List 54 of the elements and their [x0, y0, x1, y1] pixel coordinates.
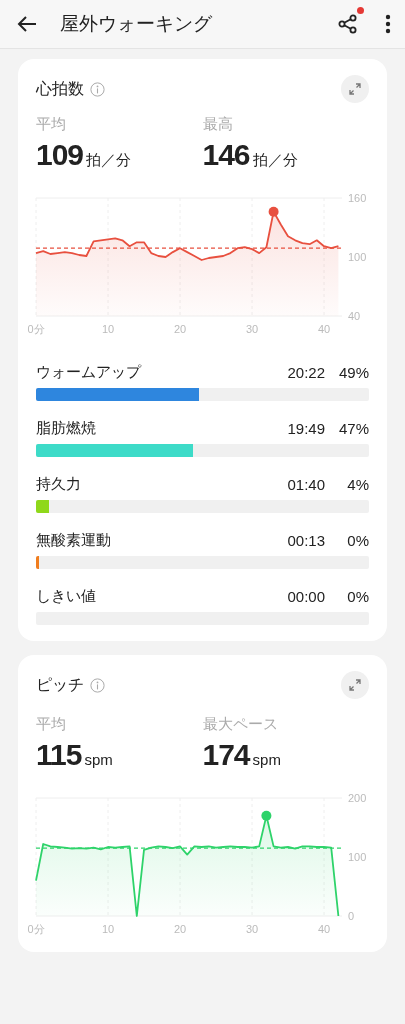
axis-label: 40 [348, 310, 361, 322]
stat-unit: 拍／分 [86, 151, 132, 170]
axis-label: 40 [317, 923, 331, 935]
zone-percent: 4% [346, 475, 369, 493]
zone-time: 01:40 [287, 475, 325, 493]
zone-percent: 0% [346, 531, 369, 549]
expand-icon[interactable] [348, 678, 362, 692]
stat-value: 146 [202, 138, 250, 172]
zone-name: ウォームアップ [36, 362, 143, 382]
section-title: ピッチ [36, 674, 84, 695]
zone-percent: 0% [346, 587, 369, 605]
section-title: 心拍数 [36, 78, 84, 99]
stat-value: 109 [36, 138, 84, 172]
axis-label: 40 [317, 323, 331, 335]
zone-time: 20:22 [287, 363, 325, 381]
share-button[interactable] [337, 13, 359, 35]
zone-time: 00:13 [287, 531, 325, 549]
expand-button[interactable] [341, 671, 369, 699]
stat-value: 115 [36, 738, 82, 772]
zone-percent: 47% [337, 419, 369, 437]
axis-label: 100 [348, 851, 367, 863]
zone-name: 無酸素運動 [36, 530, 112, 550]
zone-time: 00:00 [287, 587, 325, 605]
more-button[interactable] [385, 14, 391, 34]
expand-icon[interactable] [348, 82, 362, 96]
axis-label: 0分 [27, 923, 45, 935]
stat-value: 174 [202, 738, 250, 772]
axis-label: 100 [348, 251, 367, 263]
stat-unit: spm [252, 751, 281, 768]
info-icon[interactable] [90, 677, 105, 693]
stat-unit: 拍／分 [252, 151, 298, 170]
axis-label: 0分 [27, 323, 45, 335]
axis-label: 160 [348, 192, 367, 204]
stat-label: 平均 [36, 115, 67, 134]
stat-label: 最高 [202, 115, 234, 134]
zone-name: 持久力 [36, 474, 82, 494]
zone-percent: 49% [337, 363, 369, 381]
zone-name: 脂肪燃焼 [36, 418, 97, 438]
zone-time: 19:49 [287, 419, 325, 437]
axis-label: 20 [173, 323, 187, 335]
stat-label: 最大ペース [202, 715, 279, 734]
axis-label: 0 [348, 910, 355, 922]
axis-label: 200 [348, 792, 367, 804]
axis-label: 20 [173, 923, 187, 935]
stat-label: 平均 [36, 715, 67, 734]
info-icon[interactable] [90, 81, 105, 97]
axis-label: 30 [245, 323, 259, 335]
axis-label: 30 [245, 923, 259, 935]
axis-label: 10 [101, 923, 115, 935]
screen-title: 屋外ウォーキング [60, 12, 213, 36]
axis-label: 10 [101, 323, 115, 335]
zone-name: しきい値 [36, 586, 97, 606]
stat-unit: spm [84, 751, 113, 768]
expand-button[interactable] [341, 75, 369, 103]
